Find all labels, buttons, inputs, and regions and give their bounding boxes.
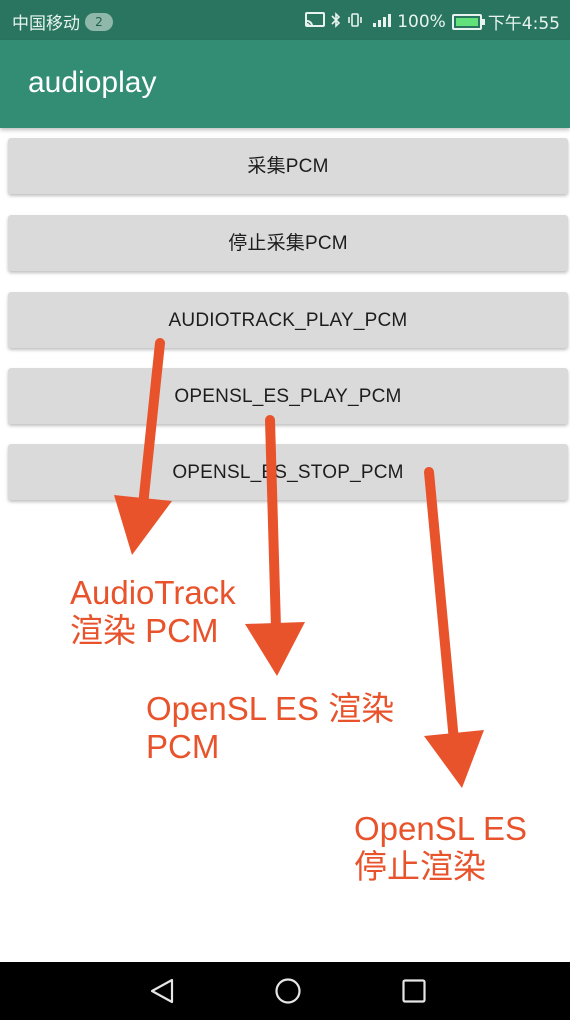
- annotation-opensl-stop-line1: OpenSL ES: [354, 810, 528, 847]
- annotation-opensl-stop-line2: 停止渲染: [354, 848, 486, 885]
- signal-icon: [369, 12, 392, 32]
- home-icon[interactable]: [258, 962, 318, 1020]
- status-left: 中国移动 2: [12, 9, 113, 34]
- opensl-es-play-pcm-button[interactable]: OPENSL_ES_PLAY_PCM: [8, 368, 568, 424]
- bluetooth-icon: [331, 11, 341, 32]
- audiotrack-play-pcm-button[interactable]: AUDIOTRACK_PLAY_PCM: [8, 292, 568, 348]
- annotation-audiotrack: AudioTrack 渲染 PCM: [70, 574, 236, 650]
- clock: 下午4:55: [487, 14, 560, 34]
- carrier-label: 中国移动: [12, 14, 80, 34]
- annotation-opensl-play-line2: PCM: [146, 728, 220, 765]
- vibrate-icon: [347, 12, 363, 32]
- battery-fill: [455, 17, 478, 26]
- cast-icon: [305, 11, 326, 32]
- app-bar: audioplay: [0, 40, 570, 128]
- annotation-opensl-stop: OpenSL ES 停止渲染: [354, 810, 527, 886]
- arrow-opensl-stop: [424, 467, 484, 788]
- battery-icon: [451, 13, 485, 30]
- opensl-es-stop-pcm-button[interactable]: OPENSL_ES_STOP_PCM: [8, 444, 568, 500]
- navigation-bar: [0, 962, 570, 1020]
- status-right: 100% 下午4:55: [305, 9, 560, 34]
- back-icon[interactable]: [132, 962, 192, 1020]
- status-bar: 中国移动 2 100% 下午4:55: [0, 0, 570, 40]
- annotation-audiotrack-line2: 渲染 PCM: [70, 612, 219, 649]
- stop-capture-pcm-button[interactable]: 停止采集PCM: [8, 215, 568, 271]
- annotation-audiotrack-line1: AudioTrack: [70, 574, 236, 611]
- app-title: audioplay: [28, 66, 157, 99]
- annotation-opensl-play-line1: OpenSL ES 渲染: [146, 690, 395, 727]
- sim-badge: 2: [85, 12, 113, 31]
- battery-percent: 100%: [397, 11, 446, 32]
- annotation-opensl-play: OpenSL ES 渲染 PCM: [146, 690, 394, 766]
- capture-pcm-button[interactable]: 采集PCM: [8, 138, 568, 194]
- recents-icon[interactable]: [384, 962, 444, 1020]
